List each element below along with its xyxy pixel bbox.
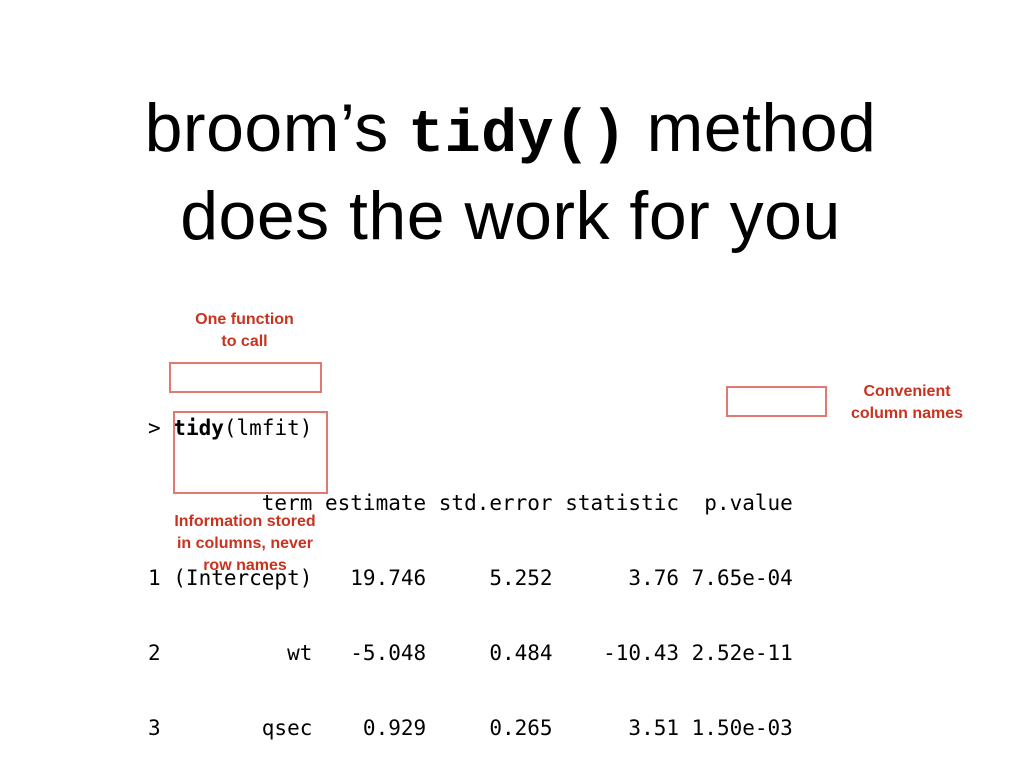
title-text-suffix: method: [627, 90, 877, 166]
slide-title: broom’s tidy() method does the work for …: [0, 88, 1021, 256]
highlight-box-term-column: [173, 411, 328, 494]
console-table-row: 3 qsec 0.929 0.265 3.51 1.50e-03: [148, 716, 793, 740]
title-text-prefix: broom’s: [144, 90, 409, 166]
console-table-header: term estimate std.error statistic p.valu…: [148, 491, 793, 515]
annotation-column-names: Convenient column names: [850, 383, 964, 422]
console-prompt: >: [148, 416, 174, 440]
title-line-1: broom’s tidy() method: [0, 88, 1021, 176]
console-table-row: 1 (Intercept) 19.746 5.252 3.76 7.65e-04: [148, 566, 793, 590]
highlight-box-command: [169, 362, 322, 393]
title-line-2: does the work for you: [180, 178, 841, 254]
title-code: tidy(): [408, 102, 628, 170]
annotation-function-call: One function to call: [195, 311, 294, 350]
highlight-box-pvalue-header: [726, 386, 827, 417]
